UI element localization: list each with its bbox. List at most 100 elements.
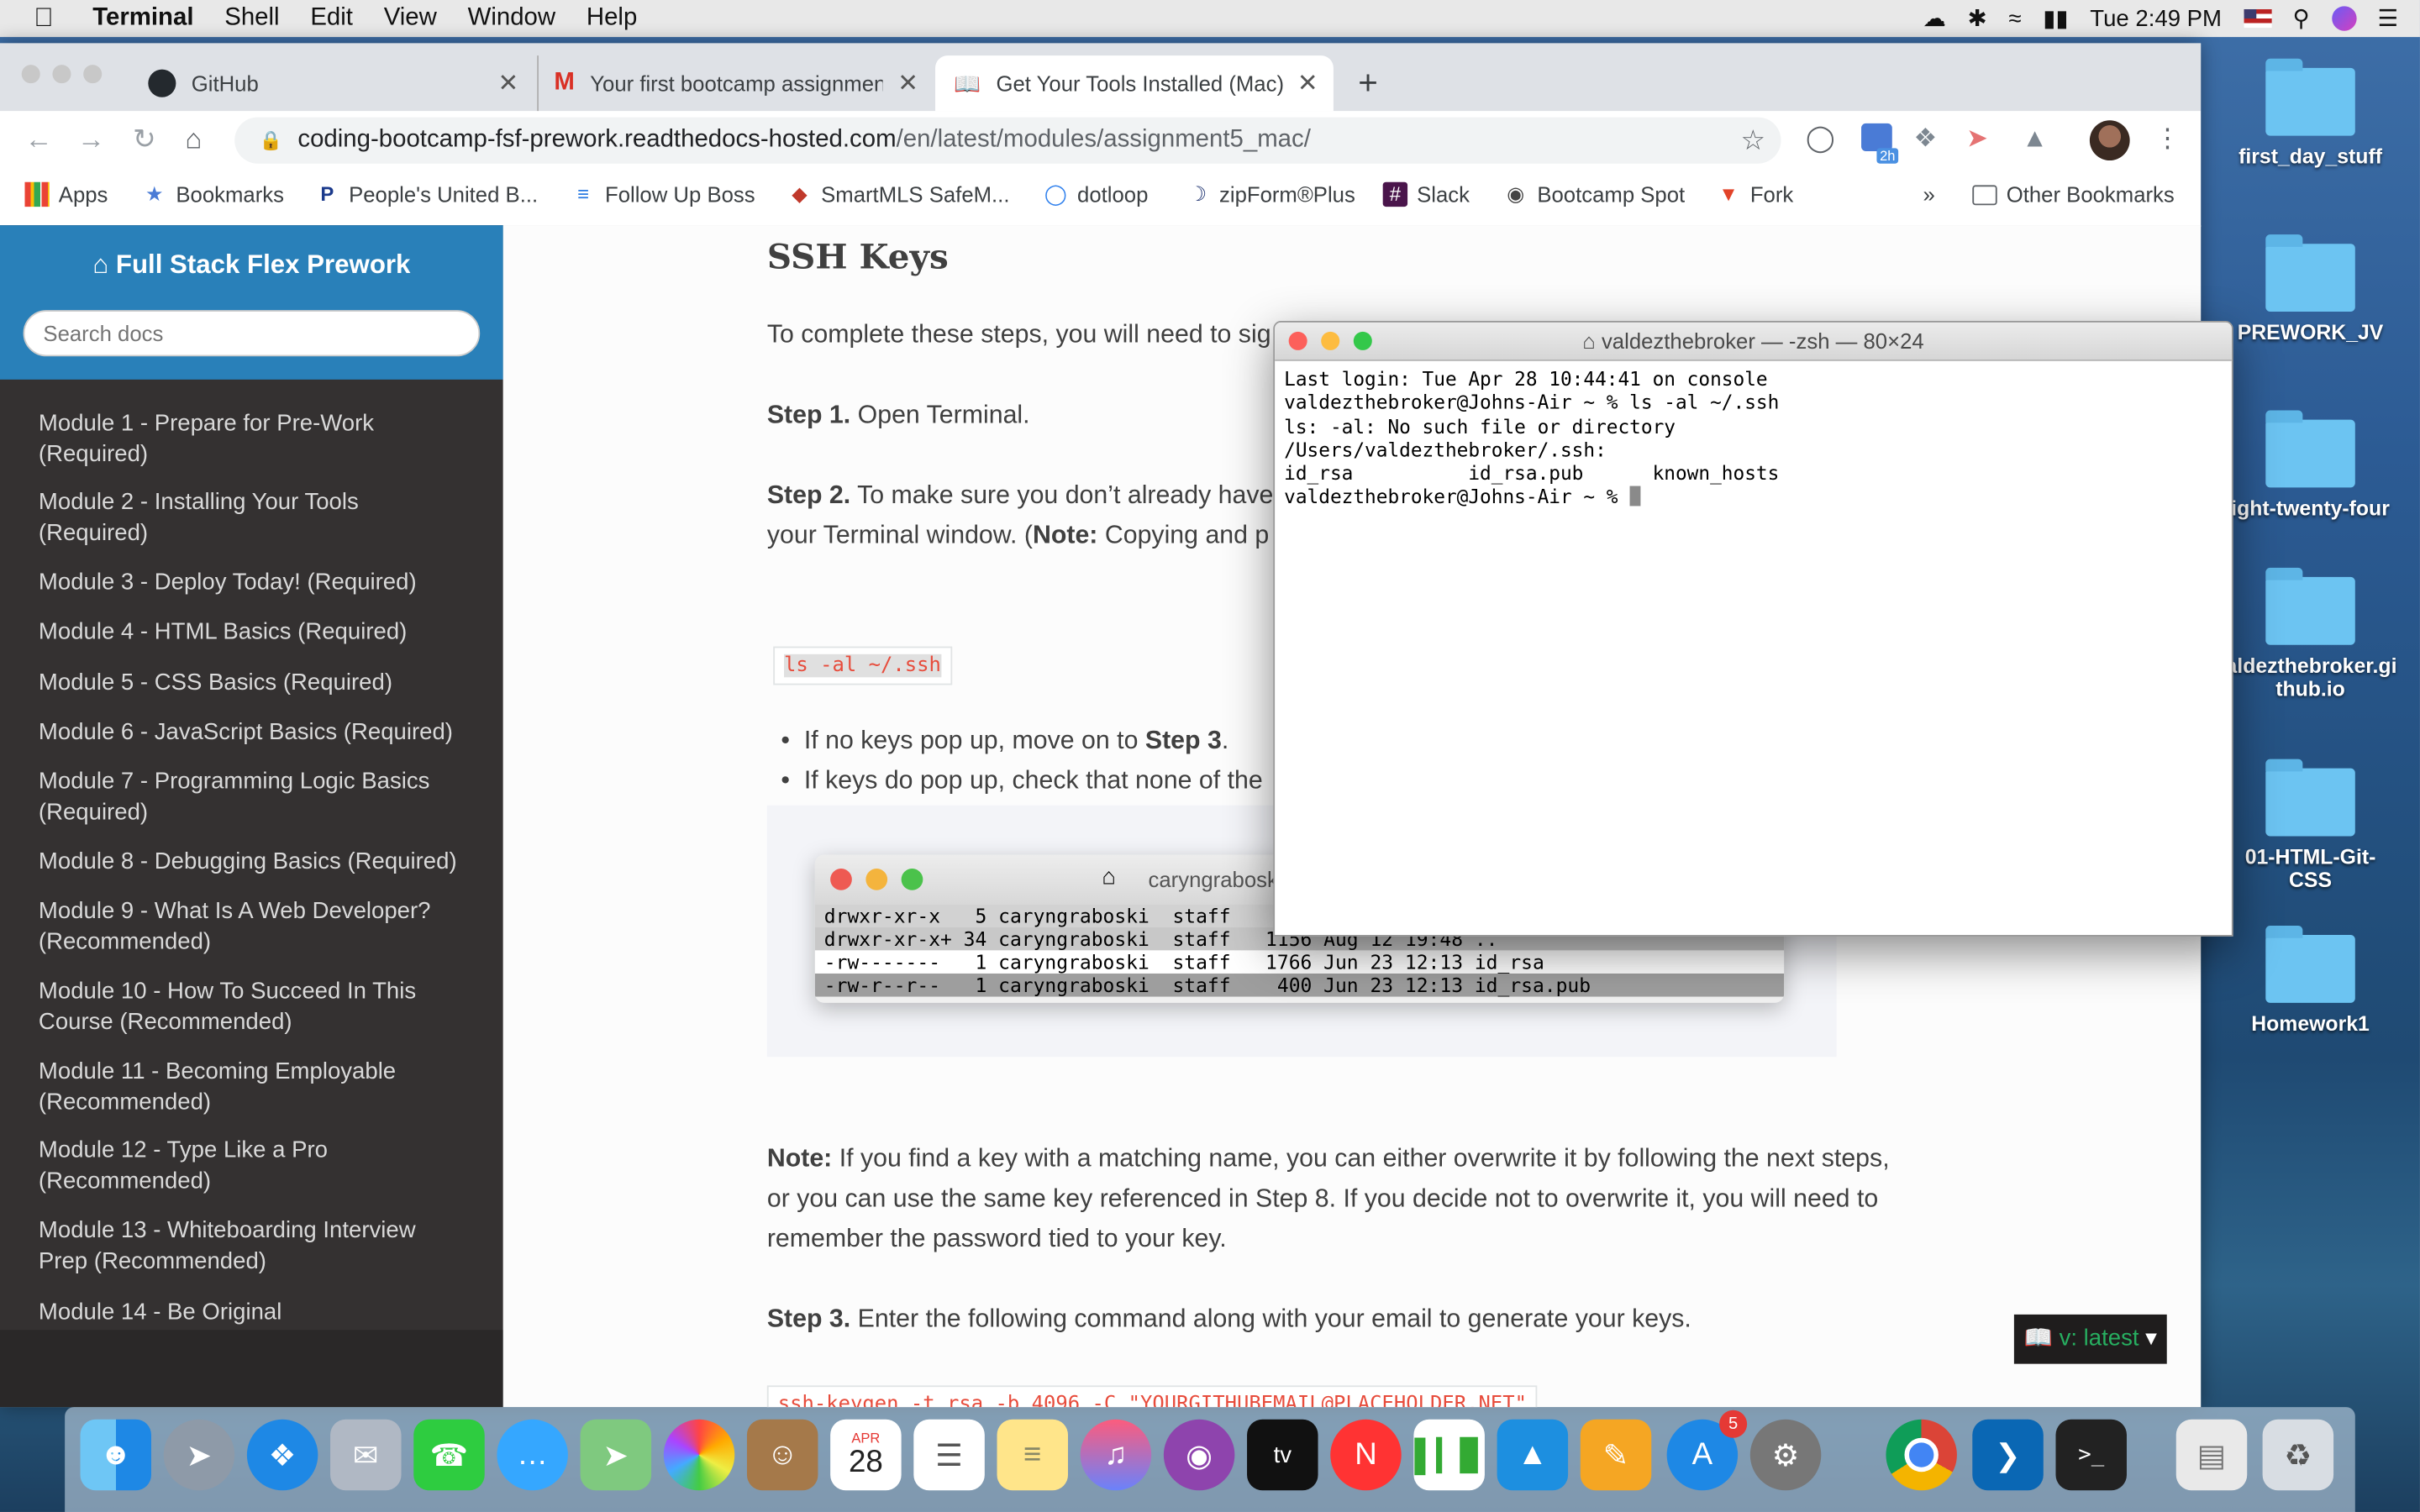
nav-module-2[interactable]: Module 2 - Installing Your Tools (Require…: [39, 487, 487, 549]
notes-icon[interactable]: ≡: [997, 1419, 1068, 1491]
siri-icon[interactable]: [2331, 6, 2356, 31]
desktop-folder-html-git-css[interactable]: 01-HTML-Git-CSS: [2226, 759, 2396, 892]
zoom-window-button[interactable]: [83, 65, 103, 84]
spotlight-icon[interactable]: ⚲: [2293, 5, 2310, 32]
tab-github[interactable]: GitHub ✕: [136, 55, 534, 111]
bookmark-apps[interactable]: Apps: [24, 181, 108, 207]
nav-module-4[interactable]: Module 4 - HTML Basics (Required): [39, 617, 487, 648]
drive-icon[interactable]: ▲: [2022, 123, 2048, 155]
bookmark-bookmarks[interactable]: ★ Bookmarks: [142, 182, 284, 207]
tab-get-tools[interactable]: 📖 Get Your Tools Installed (Mac) ✕: [935, 55, 1334, 112]
close-window-button[interactable]: [21, 65, 40, 84]
documents-stack-icon[interactable]: ▤: [2175, 1419, 2248, 1491]
battery-icon[interactable]: ▮▮: [2043, 5, 2068, 32]
nav-module-14[interactable]: Module 14 - Be Original: [39, 1298, 487, 1329]
news-icon[interactable]: N: [1330, 1419, 1402, 1491]
numbers-icon[interactable]: ▌▎▊: [1413, 1419, 1485, 1491]
desktop-folder-github-io[interactable]: aldezthebroker.gi thub.io: [2226, 567, 2396, 701]
reload-icon[interactable]: ↻: [133, 123, 156, 156]
bookmark-smartmls[interactable]: ◆ SmartMLS SafeM...: [787, 182, 1009, 207]
bookmark-other[interactable]: Other Bookmarks: [1972, 182, 2175, 207]
menu-app-name[interactable]: Terminal: [92, 5, 193, 33]
terminal-dock-icon[interactable]: >_: [2055, 1419, 2127, 1491]
menu-view[interactable]: View: [384, 5, 437, 33]
bookmark-slack[interactable]: # Slack: [1382, 181, 1470, 207]
photos-icon[interactable]: [663, 1419, 735, 1491]
creative-cloud-icon[interactable]: ☁: [1923, 5, 1946, 32]
address-bar[interactable]: 🔒 coding-bootcamp-fsf-prework.readthedoc…: [234, 117, 1781, 164]
close-tab-icon[interactable]: ✕: [1297, 68, 1318, 99]
bookmark-fork[interactable]: ▼ Fork: [1716, 182, 1793, 207]
mail-eagle-icon[interactable]: ✉: [330, 1419, 402, 1491]
minimize-window-button[interactable]: [52, 65, 71, 84]
menu-shell[interactable]: Shell: [224, 5, 279, 33]
search-docs-input[interactable]: [23, 310, 481, 357]
chrome-icon[interactable]: [1886, 1419, 1957, 1491]
nav-module-9[interactable]: Module 9 - What Is A Web Developer? (Reco…: [39, 896, 487, 958]
nav-module-5[interactable]: Module 5 - CSS Basics (Required): [39, 668, 487, 699]
terminal-titlebar[interactable]: ⌂ valdezthebroker — -zsh — 80×24: [1275, 322, 2232, 361]
finder-icon[interactable]: ☻: [80, 1419, 151, 1491]
home-icon[interactable]: ⌂: [185, 123, 202, 156]
bookmark-follow-up-boss[interactable]: ≡ Follow Up Boss: [571, 182, 755, 207]
nav-module-6[interactable]: Module 6 - JavaScript Basics (Required): [39, 717, 487, 748]
system-preferences-icon[interactable]: ⚙: [1749, 1419, 1822, 1491]
menu-help[interactable]: Help: [587, 5, 637, 33]
bluetooth-icon[interactable]: ✱: [1968, 5, 1987, 32]
podcasts-icon[interactable]: ◉: [1163, 1419, 1235, 1491]
desktop-folder-first-day-stuff[interactable]: first_day_stuff: [2226, 58, 2396, 168]
chrome-menu-icon[interactable]: ⋮: [2154, 123, 2181, 155]
maps-icon[interactable]: ➤: [580, 1419, 652, 1491]
bookmark-bootcamp-spot[interactable]: ◉ Bootcamp Spot: [1503, 182, 1685, 207]
forward-icon[interactable]: →: [77, 123, 105, 156]
lightbulb-extension-icon[interactable]: ◯: [1806, 123, 1835, 155]
desktop-folder-homework1[interactable]: Homework1: [2226, 926, 2396, 1035]
calendar-icon[interactable]: APR 28: [830, 1419, 902, 1491]
docs-home-link[interactable]: ⌂ Full Stack Flex Prework: [0, 250, 503, 281]
bookmark-dotloop[interactable]: ◯ dotloop: [1044, 182, 1148, 207]
safari-icon[interactable]: ❖: [246, 1419, 318, 1491]
music-icon[interactable]: ♫: [1080, 1419, 1152, 1491]
code-ssh-keygen[interactable]: ssh-keygen -t rsa -b 4096 -C "YOURGITHUB…: [766, 1385, 1538, 1408]
desktop-folder-prework-jv[interactable]: PREWORK_JV: [2226, 234, 2396, 344]
contacts-icon[interactable]: ☺: [746, 1419, 818, 1491]
bookmark-zipform[interactable]: ☽ zipForm®Plus: [1186, 182, 1355, 207]
apple-menu-icon[interactable]: : [34, 3, 65, 34]
back-icon[interactable]: ←: [24, 123, 52, 156]
code-ls-ssh[interactable]: ls -al ~/.ssh: [773, 646, 952, 685]
nav-module-11[interactable]: Module 11 - Becoming Employable (Recommen…: [39, 1057, 487, 1118]
version-selector[interactable]: 📖 v: latest ▾: [2013, 1314, 2167, 1364]
tab-gmail[interactable]: M Your first bootcamp assignmen ✕: [537, 55, 934, 112]
nav-module-1[interactable]: Module 1 - Prepare for Pre-Work (Required…: [39, 409, 487, 470]
menu-window[interactable]: Window: [468, 5, 556, 33]
menu-edit[interactable]: Edit: [310, 5, 353, 33]
nav-module-10[interactable]: Module 10 - How To Succeed In This Course…: [39, 977, 487, 1038]
messages-icon[interactable]: …: [497, 1419, 568, 1491]
notification-center-icon[interactable]: ☰: [2378, 5, 2399, 32]
nav-module-13[interactable]: Module 13 - Whiteboarding Interview Prep …: [39, 1215, 487, 1277]
nav-module-3[interactable]: Module 3 - Deploy Today! (Required): [39, 568, 487, 599]
calendar-extension-icon[interactable]: 2h: [1861, 123, 1899, 164]
terminal-window[interactable]: ⌂ valdezthebroker — -zsh — 80×24 Last lo…: [1273, 321, 2233, 937]
trash-icon[interactable]: ♻: [2262, 1419, 2334, 1491]
facetime-icon[interactable]: ☎: [413, 1419, 485, 1491]
bookmark-star-icon[interactable]: ☆: [1741, 124, 1766, 157]
apple-tv-icon[interactable]: tv: [1247, 1419, 1318, 1491]
pages-icon[interactable]: ✎: [1580, 1419, 1652, 1491]
clock[interactable]: Tue 2:49 PM: [2090, 5, 2222, 31]
nav-module-8[interactable]: Module 8 - Debugging Basics (Required): [39, 847, 487, 878]
desktop-folder-twenty-four[interactable]: ight-twenty-four: [2226, 410, 2396, 520]
close-tab-icon[interactable]: ✕: [498, 68, 519, 99]
terminal-output[interactable]: Last login: Tue Apr 28 10:44:41 on conso…: [1275, 361, 2232, 515]
keynote-icon[interactable]: ▲: [1497, 1419, 1569, 1491]
dropbox-icon[interactable]: ❖: [1914, 123, 1938, 155]
nav-module-7[interactable]: Module 7 - Programming Logic Basics (Requ…: [39, 767, 487, 828]
nav-module-12[interactable]: Module 12 - Type Like a Pro (Recommended): [39, 1136, 487, 1197]
app-store-icon[interactable]: A5: [1666, 1410, 1748, 1491]
new-tab-button[interactable]: +: [1358, 55, 1378, 111]
launchpad-icon[interactable]: ➤: [163, 1419, 235, 1491]
close-tab-icon[interactable]: ✕: [897, 68, 918, 99]
reminders-icon[interactable]: ☰: [913, 1419, 985, 1491]
us-flag-icon[interactable]: [2243, 9, 2271, 29]
wifi-icon[interactable]: ≈: [2008, 5, 2021, 31]
